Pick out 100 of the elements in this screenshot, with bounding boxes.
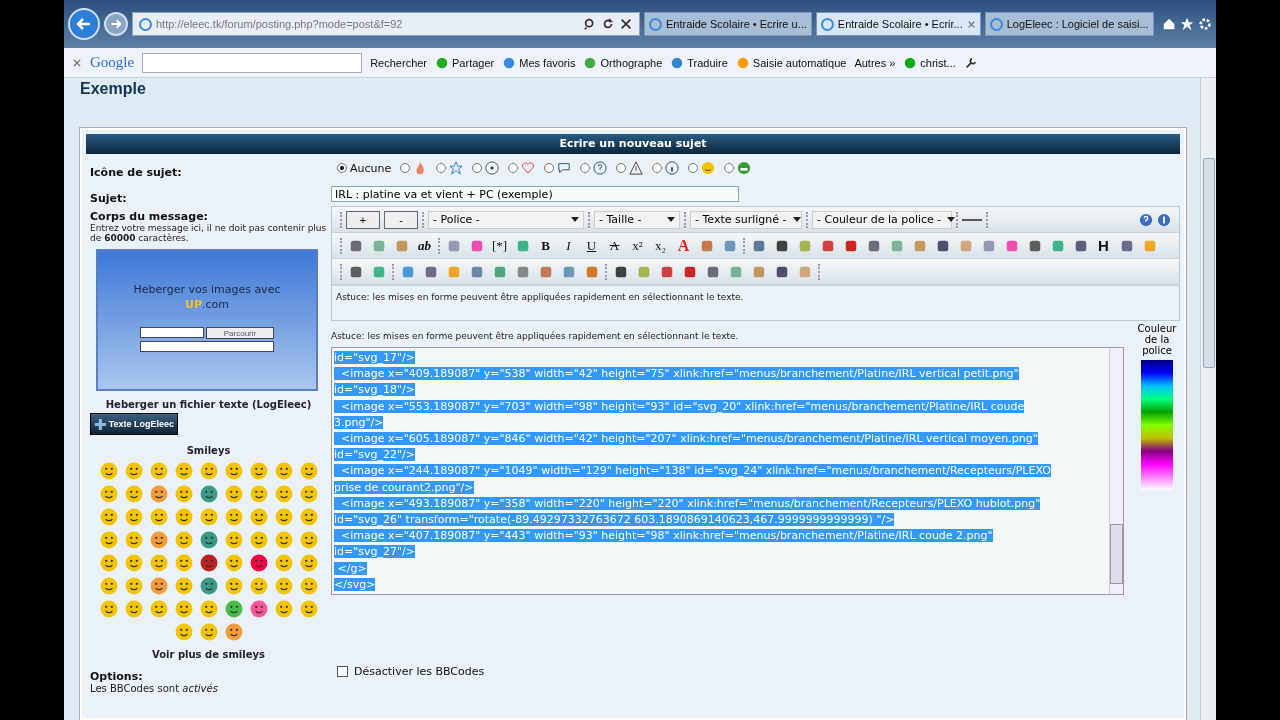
smiley-icon[interactable]	[174, 508, 193, 526]
radio-button[interactable]	[436, 163, 447, 173]
info-icon[interactable]	[1157, 212, 1171, 227]
toolbar-button[interactable]: christ...	[903, 55, 956, 70]
format-button[interactable]: I	[559, 236, 578, 255]
smiley-icon[interactable]	[99, 600, 118, 618]
subject-field[interactable]: IRL : platine va et vient + PC (exemple)	[331, 186, 739, 202]
smiley-icon[interactable]	[299, 600, 318, 618]
smiley-icon[interactable]	[174, 600, 193, 618]
search-field[interactable]	[142, 52, 363, 73]
close-icon[interactable]	[966, 19, 976, 29]
smiley-icon[interactable]	[274, 554, 293, 572]
smiley-icon[interactable]	[224, 554, 243, 572]
dropdown[interactable]: - Texte surligné -	[690, 210, 802, 229]
smiley-icon[interactable]	[249, 554, 268, 572]
smiley-icon[interactable]	[199, 485, 218, 503]
smiley-icon[interactable]	[199, 531, 218, 549]
dropdown[interactable]: - Taille -	[594, 210, 680, 229]
format-button[interactable]: A	[605, 236, 624, 255]
file-field[interactable]	[140, 327, 204, 338]
toolbar-button[interactable]: Partager	[435, 55, 495, 70]
smiley-icon[interactable]	[274, 600, 293, 618]
smiley-icon[interactable]	[274, 531, 293, 549]
smiley-icon[interactable]	[199, 600, 218, 618]
radio-button[interactable]	[508, 163, 519, 173]
smiley-icon[interactable]	[299, 531, 318, 549]
smiley-icon[interactable]	[124, 600, 143, 618]
checkbox[interactable]	[337, 666, 348, 677]
help-icon[interactable]	[1139, 212, 1153, 227]
smiley-icon[interactable]	[199, 623, 218, 641]
browser-tab[interactable]: Entraide Scolaire • Ecrire u...	[644, 12, 812, 36]
smiley-icon[interactable]	[299, 577, 318, 595]
radio-button[interactable]	[688, 163, 699, 173]
format-button[interactable]: A	[674, 236, 693, 255]
font-size-button[interactable]: -	[384, 210, 418, 229]
radio-button[interactable]	[472, 163, 483, 173]
smiley-icon[interactable]	[274, 577, 293, 595]
smiley-icon[interactable]	[299, 508, 318, 526]
smiley-icon[interactable]	[124, 485, 143, 503]
smiley-icon[interactable]	[274, 508, 293, 526]
smiley-icon[interactable]	[124, 577, 143, 595]
smiley-icon[interactable]	[149, 600, 168, 618]
format-button[interactable]: x²	[628, 236, 647, 255]
address-bar[interactable]: http://eleec.tk/forum/posting.php?mode=post&f=92	[132, 12, 640, 36]
smiley-icon[interactable]	[149, 554, 168, 572]
radio-button[interactable]	[616, 163, 627, 173]
smiley-icon[interactable]	[224, 623, 243, 641]
smiley-icon[interactable]	[124, 531, 143, 549]
toolbar-button[interactable]: Mes favoris	[502, 55, 576, 70]
scrollbar-thumb[interactable]	[1110, 524, 1123, 584]
smiley-icon[interactable]	[99, 508, 118, 526]
smiley-icon[interactable]	[124, 462, 143, 480]
format-button[interactable]: ab	[415, 236, 434, 255]
toolbar-button[interactable]: Saisie automatique	[735, 55, 847, 70]
smiley-icon[interactable]	[249, 508, 268, 526]
smiley-icon[interactable]	[149, 462, 168, 480]
browser-tab[interactable]: Entraide Scolaire • Ecrir...	[815, 12, 981, 36]
format-button[interactable]: H	[1094, 236, 1113, 255]
smiley-icon[interactable]	[224, 577, 243, 595]
horizontal-rule-button[interactable]	[962, 218, 982, 221]
smiley-icon[interactable]	[99, 485, 118, 503]
smiley-icon[interactable]	[199, 577, 218, 595]
smiley-icon[interactable]	[274, 462, 293, 480]
smiley-icon[interactable]	[149, 577, 168, 595]
smiley-icon[interactable]	[224, 600, 243, 618]
smiley-icon[interactable]	[99, 531, 118, 549]
smiley-icon[interactable]	[174, 577, 193, 595]
smiley-icon[interactable]	[99, 554, 118, 572]
smiley-icon[interactable]	[199, 462, 218, 480]
smiley-icon[interactable]	[224, 485, 243, 503]
dropdown[interactable]: - Couleur de la police -	[812, 210, 952, 229]
smiley-icon[interactable]	[199, 508, 218, 526]
smiley-icon[interactable]	[249, 577, 268, 595]
smiley-icon[interactable]	[174, 623, 193, 641]
browse-button[interactable]: Parcourir	[206, 327, 274, 339]
smiley-icon[interactable]	[299, 485, 318, 503]
font-size-button[interactable]: +	[346, 210, 380, 229]
smiley-icon[interactable]	[124, 508, 143, 526]
back-button[interactable]	[68, 8, 100, 40]
smiley-icon[interactable]	[224, 508, 243, 526]
smiley-icon[interactable]	[249, 600, 268, 618]
smiley-icon[interactable]	[224, 462, 243, 480]
smiley-icon[interactable]	[99, 462, 118, 480]
format-button[interactable]: B	[536, 236, 555, 255]
smiley-icon[interactable]	[124, 554, 143, 572]
smiley-icon[interactable]	[174, 485, 193, 503]
smiley-icon[interactable]	[149, 508, 168, 526]
format-button[interactable]: x₂	[651, 236, 670, 255]
smiley-icon[interactable]	[174, 554, 193, 572]
toolbar-button[interactable]: Traduire	[670, 55, 728, 70]
radio-button[interactable]	[652, 163, 663, 173]
smiley-icon[interactable]	[299, 462, 318, 480]
radio-button[interactable]	[544, 163, 555, 173]
url-field[interactable]	[140, 341, 274, 352]
format-button[interactable]: [*]	[490, 236, 509, 255]
smiley-icon[interactable]	[274, 485, 293, 503]
smiley-icon[interactable]	[249, 485, 268, 503]
browser-tab[interactable]: LogEleec : Logiciel de saisi...	[984, 12, 1154, 36]
toolbar-button[interactable]: Orthographe	[583, 55, 663, 70]
smiley-icon[interactable]	[149, 485, 168, 503]
